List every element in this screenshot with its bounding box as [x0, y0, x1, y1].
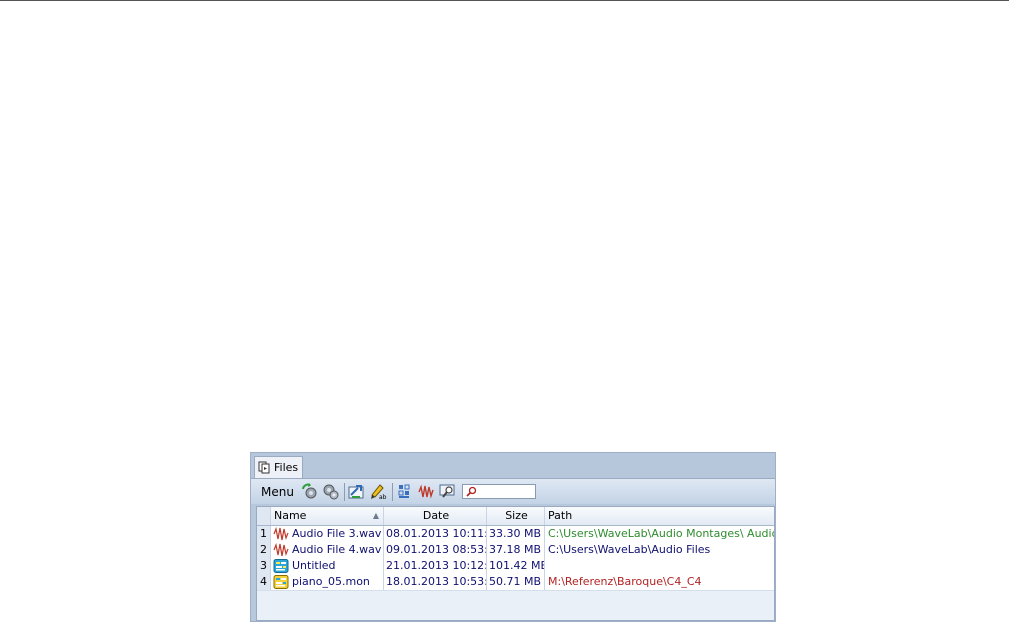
- column-header-date[interactable]: Date: [384, 507, 487, 525]
- settings-icon[interactable]: [321, 482, 340, 501]
- svg-text:ab: ab: [379, 494, 387, 500]
- file-name-cell: Audio File 3.wav: [271, 526, 384, 542]
- montage-file-icon: [273, 575, 289, 589]
- search-field[interactable]: [461, 484, 536, 499]
- reveal-in-explorer-icon[interactable]: [348, 482, 367, 501]
- row-index: 1: [257, 526, 271, 542]
- search-input[interactable]: [476, 486, 533, 497]
- sort-ascending-icon: ▲: [372, 511, 379, 520]
- toolbar-separator: [391, 482, 393, 501]
- table-row[interactable]: 1 Audio File 3.wav 08.01.2013 10:11:34 3…: [257, 526, 774, 543]
- file-path: C:\Users\WaveLab\Audio Files: [548, 543, 711, 556]
- file-size: 50.71 MB: [487, 574, 545, 590]
- file-name: piano_05.mon: [292, 575, 370, 588]
- row-index: 2: [257, 542, 271, 558]
- file-date: 18.01.2013 10:53:08: [386, 574, 487, 590]
- table-row[interactable]: 2 Audio File 4.wav 09.01.2013 08:53:07 3…: [257, 542, 774, 559]
- file-name-cell: piano_05.mon: [271, 574, 384, 590]
- file-name: Audio File 3.wav: [292, 527, 382, 540]
- file-date: 08.01.2013 10:11:34: [386, 526, 487, 542]
- table-row[interactable]: 3 Untitled 21.01.2013 10:12:37 101.42 MB: [257, 558, 774, 575]
- zoom-window-icon[interactable]: [438, 482, 457, 501]
- file-size: 101.42 MB: [489, 558, 545, 574]
- file-path: [545, 558, 774, 574]
- row-index: 4: [257, 574, 271, 590]
- file-path: C:\Users\WaveLab\Audio Montages\ Audio: [548, 527, 774, 540]
- tab-files-label: Files: [274, 461, 299, 474]
- file-size: 37.18 MB: [487, 542, 545, 558]
- column-header-path[interactable]: Path: [545, 507, 774, 525]
- montage-icon: [273, 559, 289, 573]
- files-toolbar: Menu ab: [251, 478, 775, 504]
- tab-files[interactable]: Files: [254, 456, 304, 478]
- select-all-icon[interactable]: [396, 482, 415, 501]
- panel-tab-bar: Files: [251, 453, 775, 478]
- rename-icon[interactable]: ab: [369, 482, 388, 501]
- files-panel: Files Menu ab Name ▲ Date Size Path 1 Au…: [250, 452, 776, 622]
- refresh-icon[interactable]: [300, 482, 319, 501]
- table-header: Name ▲ Date Size Path: [257, 507, 774, 526]
- file-name-cell: Untitled: [271, 558, 384, 574]
- menu-button[interactable]: Menu: [261, 485, 294, 499]
- file-name: Untitled: [292, 559, 336, 572]
- file-date: 21.01.2013 10:12:37: [386, 558, 487, 574]
- file-name-cell: Audio File 4.wav: [271, 542, 384, 558]
- files-tab-icon: [258, 461, 272, 474]
- audio-wave-icon: [273, 543, 289, 557]
- file-date: 09.01.2013 08:53:07: [386, 542, 487, 558]
- search-icon: [466, 486, 477, 497]
- row-index: 3: [257, 558, 271, 574]
- audio-wave-icon: [273, 527, 289, 541]
- file-name: Audio File 4.wav: [292, 543, 382, 556]
- table-row[interactable]: 4 piano_05.mon 18.01.2013 10:53:08 50.71…: [257, 574, 774, 591]
- files-table: Name ▲ Date Size Path 1 Audio File 3.wav…: [256, 506, 775, 621]
- file-path: M:\Referenz\Baroque\C4_C4: [548, 575, 702, 588]
- waveform-icon[interactable]: [417, 482, 436, 501]
- index-column-header: [257, 507, 271, 525]
- toolbar-separator: [343, 482, 345, 501]
- top-border-line: [0, 0, 1009, 1]
- file-size: 33.30 MB: [487, 526, 545, 542]
- column-header-name[interactable]: Name ▲: [271, 507, 384, 525]
- column-header-size[interactable]: Size: [487, 507, 545, 525]
